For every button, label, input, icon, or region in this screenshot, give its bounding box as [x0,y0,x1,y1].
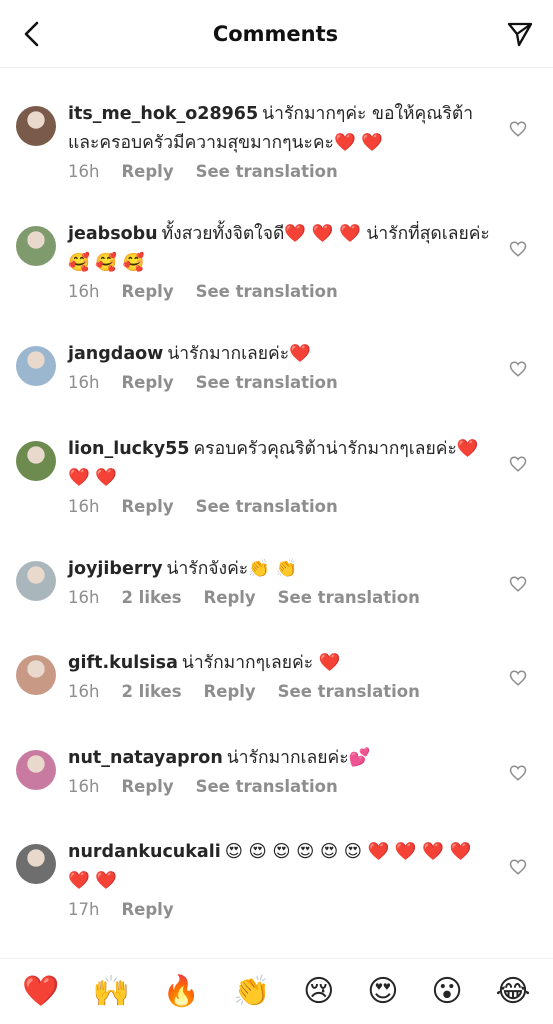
comment-message: น่ารักมากๆเลยค่ะ ❤️ [181,653,341,673]
comment-text: joyjiberry น่ารักจังค่ะ👏 👏 [68,555,493,584]
comment-timestamp: 16h [68,162,100,181]
comment-body: jangdaow น่ารักมากเลยค่ะ❤️ 16h Reply See tra… [68,340,493,392]
emoji-reaction-button[interactable]: ❤️ [22,976,59,1007]
comment-likes-count[interactable]: 2 likes [121,682,181,701]
reply-button[interactable]: Reply [121,900,173,919]
comment-meta: 16h Reply See translation [68,777,493,796]
emoji-reaction-button[interactable]: 😍 [367,976,398,1007]
comment-body: nurdankucukali 😍 😍 😍 😍 😍 😍 ❤️ ❤️ ❤️ ❤️ ❤️… [68,838,493,919]
share-button[interactable] [505,19,535,49]
avatar[interactable] [16,561,56,601]
comment-timestamp: 16h [68,373,100,392]
emoji-reaction-button[interactable]: 😢 [303,976,334,1007]
comment-timestamp: 16h [68,497,100,516]
comment-timestamp: 16h [68,588,100,607]
see-translation-button[interactable]: See translation [196,777,338,796]
paper-plane-icon [507,22,533,46]
comment-message: น่ารักมากเลยค่ะ💕 [226,748,371,768]
heart-outline-icon[interactable] [509,764,527,782]
comment-meta: 16h Reply See translation [68,162,493,181]
comment-body: its_me_hok_o28965 น่ารักมากๆค่ะ ขอให้คุณร… [68,100,493,181]
back-button[interactable] [18,20,46,48]
emoji-reaction-button[interactable]: 🔥 [163,976,200,1007]
comment-timestamp: 16h [68,682,100,701]
comment-text: gift.kulsisa น่ารักมากๆเลยค่ะ ❤️ [68,649,493,678]
emoji-reaction-button[interactable]: 🙌 [93,976,130,1007]
comment-body: nut_natayapron น่ารักมากเลยค่ะ💕 16h Reply Se… [68,744,493,796]
reply-button[interactable]: Reply [121,497,173,516]
comment-body: lion_lucky55 ครอบครัวคุณริต้าน่ารักมากๆเล… [68,435,493,516]
heart-outline-icon[interactable] [509,669,527,687]
heart-outline-icon[interactable] [509,240,527,258]
chevron-left-icon [24,21,39,46]
reply-button[interactable]: Reply [121,777,173,796]
reply-button[interactable]: Reply [204,682,256,701]
reply-button[interactable]: Reply [121,373,173,392]
heart-outline-icon[interactable] [509,360,527,378]
comment-username[interactable]: lion_lucky55 [68,439,189,459]
comment-meta: 16h 2 likes Reply See translation [68,588,493,607]
comment-body: gift.kulsisa น่ารักมากๆเลยค่ะ ❤️ 16h 2 like… [68,649,493,701]
see-translation-button[interactable]: See translation [278,682,420,701]
comment-body: jeabsobu ทั้งสวยทั้งจิตใจดี❤️ ❤️ ❤️ น่ารั… [68,220,493,301]
comment-username[interactable]: jeabsobu [68,224,158,244]
heart-outline-icon[interactable] [509,858,527,876]
emoji-reaction-button[interactable]: 😮 [431,976,462,1007]
comment-list: its_me_hok_o28965 น่ารักมากๆค่ะ ขอให้คุณร… [0,68,553,958]
comment-text: lion_lucky55 ครอบครัวคุณริต้าน่ารักมากๆเล… [68,435,493,493]
comment-body: joyjiberry น่ารักจังค่ะ👏 👏 16h 2 likes Reply… [68,555,493,607]
comment-text: jangdaow น่ารักมากเลยค่ะ❤️ [68,340,493,369]
avatar[interactable] [16,106,56,146]
comment-message: น่ารักจังค่ะ👏 👏 [166,559,298,579]
comment-username[interactable]: nurdankucukali [68,842,221,862]
see-translation-button[interactable]: See translation [196,373,338,392]
comment-meta: 17h Reply [68,900,493,919]
emoji-reaction-button[interactable]: 😂 [495,976,530,1007]
avatar[interactable] [16,226,56,266]
comment-text: nurdankucukali 😍 😍 😍 😍 😍 😍 ❤️ ❤️ ❤️ ❤️ ❤️… [68,838,493,896]
comment-username[interactable]: its_me_hok_o28965 [68,104,258,124]
avatar[interactable] [16,844,56,884]
comment-text: jeabsobu ทั้งสวยทั้งจิตใจดี❤️ ❤️ ❤️ น่ารั… [68,220,493,278]
comment-meta: 16h 2 likes Reply See translation [68,682,493,701]
comment-likes-count[interactable]: 2 likes [121,588,181,607]
header-bar: Comments [0,0,553,68]
avatar[interactable] [16,655,56,695]
heart-outline-icon[interactable] [509,455,527,473]
reply-button[interactable]: Reply [121,162,173,181]
comment-meta: 16h Reply See translation [68,373,493,392]
comment-text: nut_natayapron น่ารักมากเลยค่ะ💕 [68,744,493,773]
avatar[interactable] [16,750,56,790]
comment-meta: 16h Reply See translation [68,282,493,301]
page-title: Comments [212,21,339,46]
see-translation-button[interactable]: See translation [196,497,338,516]
reply-button[interactable]: Reply [204,588,256,607]
avatar[interactable] [16,346,56,386]
comment-username[interactable]: jangdaow [68,344,163,364]
emoji-reaction-bar: ❤️ 🙌 🔥 👏 😢 😍 😮 😂 [0,958,553,1024]
reply-button[interactable]: Reply [121,282,173,301]
see-translation-button[interactable]: See translation [278,588,420,607]
comment-timestamp: 16h [68,282,100,301]
comment-message: น่ารักมากเลยค่ะ❤️ [167,344,311,364]
comment-username[interactable]: nut_natayapron [68,748,223,768]
comment-timestamp: 17h [68,900,100,919]
see-translation-button[interactable]: See translation [196,282,338,301]
see-translation-button[interactable]: See translation [196,162,338,181]
comment-timestamp: 16h [68,777,100,796]
heart-outline-icon[interactable] [509,575,527,593]
comment-meta: 16h Reply See translation [68,497,493,516]
emoji-reaction-button[interactable]: 👏 [233,976,270,1007]
comment-username[interactable]: gift.kulsisa [68,653,178,673]
comment-username[interactable]: joyjiberry [68,559,163,579]
comment-text: its_me_hok_o28965 น่ารักมากๆค่ะ ขอให้คุณร… [68,100,493,158]
avatar[interactable] [16,441,56,481]
heart-outline-icon[interactable] [509,120,527,138]
